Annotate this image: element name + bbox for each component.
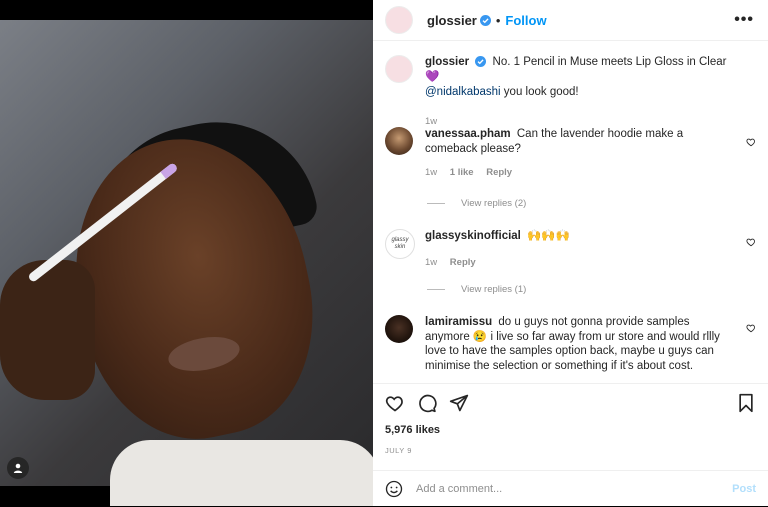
comment-likes[interactable]: 1 like: [450, 167, 474, 178]
like-comment-icon[interactable]: [746, 137, 756, 147]
post-side-panel: glossier • Follow ••• glossier No. 1 Pen…: [373, 0, 768, 507]
emoji-icon[interactable]: [385, 480, 403, 498]
comment-input[interactable]: [416, 471, 716, 507]
user-icon: [13, 463, 23, 473]
view-replies-toggle[interactable]: View replies (2): [427, 198, 526, 209]
comment-username[interactable]: glassyskinofficial: [425, 230, 521, 242]
comment-body: vanessaa.pham Can the lavender hoodie ma…: [425, 127, 736, 180]
photo-hand: [0, 260, 95, 400]
reply-button[interactable]: Reply: [450, 257, 476, 268]
post-media[interactable]: [0, 0, 373, 506]
caption-time[interactable]: 1w: [425, 116, 437, 127]
comment-avatar[interactable]: [385, 315, 413, 343]
comment-avatar[interactable]: glassy skin: [385, 229, 415, 259]
like-comment-icon[interactable]: [746, 323, 756, 333]
bookmark-icon[interactable]: [736, 393, 756, 413]
view-replies-label[interactable]: View replies (2): [461, 198, 526, 209]
caption-text: No. 1 Pencil in Muse meets Lip Gloss in …: [425, 56, 727, 83]
verified-badge-icon: [479, 14, 491, 26]
caption-username[interactable]: glossier: [425, 56, 469, 68]
more-options-icon[interactable]: •••: [734, 11, 754, 29]
post-actions: [373, 383, 768, 420]
post-photo[interactable]: [0, 20, 373, 506]
post-date[interactable]: JULY 9: [385, 446, 412, 455]
comment-time[interactable]: 1w: [425, 167, 437, 178]
verified-badge-icon: [475, 56, 487, 68]
author-avatar[interactable]: [385, 6, 413, 34]
likes-count[interactable]: 5,976 likes: [385, 424, 440, 436]
comment-text: 🙌🙌🙌: [527, 230, 571, 242]
comment-body: lamiramissu do u guys not gonna provide …: [425, 315, 736, 373]
tagged-users-button[interactable]: [7, 457, 29, 479]
post-modal: glossier • Follow ••• glossier No. 1 Pen…: [0, 0, 768, 507]
photo-shirt: [110, 440, 373, 506]
reply-button[interactable]: Reply: [486, 167, 512, 178]
comment-composer: Post: [373, 470, 768, 507]
comment-meta: 1w Reply: [425, 255, 736, 270]
caption-mention[interactable]: @nidalkabashi: [425, 86, 501, 98]
comments-list[interactable]: glossier No. 1 Pencil in Muse meets Lip …: [373, 41, 768, 383]
comment-body: glassyskinofficial 🙌🙌🙌 1w Reply: [425, 229, 736, 270]
follow-button[interactable]: Follow: [505, 13, 546, 28]
caption-avatar[interactable]: [385, 55, 413, 83]
like-heart-icon[interactable]: [385, 393, 405, 413]
view-replies-label[interactable]: View replies (1): [461, 284, 526, 295]
like-comment-icon[interactable]: [746, 237, 756, 247]
caption-body: glossier No. 1 Pencil in Muse meets Lip …: [425, 55, 736, 129]
header-separator: •: [495, 12, 501, 28]
view-replies-toggle[interactable]: View replies (1): [427, 284, 526, 295]
comment-bubble-icon[interactable]: [417, 393, 437, 413]
post-comment-button[interactable]: Post: [732, 483, 756, 495]
comment-time[interactable]: 1w: [425, 257, 437, 268]
author-username[interactable]: glossier: [427, 13, 477, 28]
brand-avatar-text: glassy skin: [391, 237, 409, 250]
comment-username[interactable]: vanessaa.pham: [425, 128, 511, 140]
comment-username[interactable]: lamiramissu: [425, 316, 492, 328]
comment-meta: 1w 1 like Reply: [425, 165, 736, 180]
replies-line: [427, 203, 445, 204]
replies-line: [427, 289, 445, 290]
caption-text-rest: you look good!: [500, 86, 579, 98]
comment-avatar[interactable]: [385, 127, 413, 155]
post-header: glossier • Follow •••: [373, 0, 768, 41]
share-paper-plane-icon[interactable]: [449, 393, 469, 413]
